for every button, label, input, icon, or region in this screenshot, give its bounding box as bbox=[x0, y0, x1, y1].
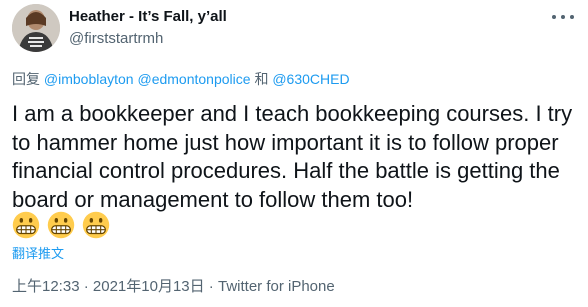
meta-separator: · bbox=[204, 278, 218, 295]
tweet-source[interactable]: Twitter for iPhone bbox=[218, 278, 335, 295]
avatar[interactable] bbox=[12, 4, 60, 52]
grimacing-face-icon bbox=[82, 211, 110, 239]
mention-link-imboblayton[interactable]: @imboblayton bbox=[44, 71, 134, 87]
reply-to-line: 回复 @imboblayton @edmontonpolice 和 @630CH… bbox=[12, 70, 350, 88]
author-handle[interactable]: @firststartrmh bbox=[69, 29, 227, 49]
author-info: Heather - It’s Fall, y’all @firststartrm… bbox=[69, 7, 227, 49]
tweet-text: I am a bookkeeper and I teach bookkeepin… bbox=[12, 101, 573, 212]
tweet-meta: 上午12:33 · 2021年10月13日 · Twitter for iPho… bbox=[12, 277, 335, 297]
more-options-button[interactable] bbox=[552, 10, 574, 24]
meta-separator: · bbox=[79, 278, 93, 295]
grimacing-face-icon bbox=[12, 211, 40, 239]
more-icon bbox=[570, 15, 574, 19]
reply-prefix: 回复 bbox=[12, 71, 40, 87]
emoji-row bbox=[12, 211, 110, 239]
translate-tweet-link[interactable]: 翻译推文 bbox=[12, 243, 64, 262]
more-icon bbox=[552, 15, 556, 19]
reply-conjunction: 和 bbox=[254, 71, 269, 87]
mention-link-edmontonpolice[interactable]: @edmontonpolice bbox=[137, 71, 250, 87]
tweet-card: Heather - It’s Fall, y’all @firststartrm… bbox=[0, 0, 588, 307]
tweet-date[interactable]: 2021年10月13日 bbox=[93, 278, 205, 295]
tweet-time[interactable]: 上午12:33 bbox=[12, 278, 80, 295]
mention-link-630ched[interactable]: @630CHED bbox=[272, 71, 349, 87]
more-icon bbox=[561, 15, 565, 19]
grimacing-face-icon bbox=[47, 211, 75, 239]
author-display-name[interactable]: Heather - It’s Fall, y’all bbox=[69, 7, 227, 27]
